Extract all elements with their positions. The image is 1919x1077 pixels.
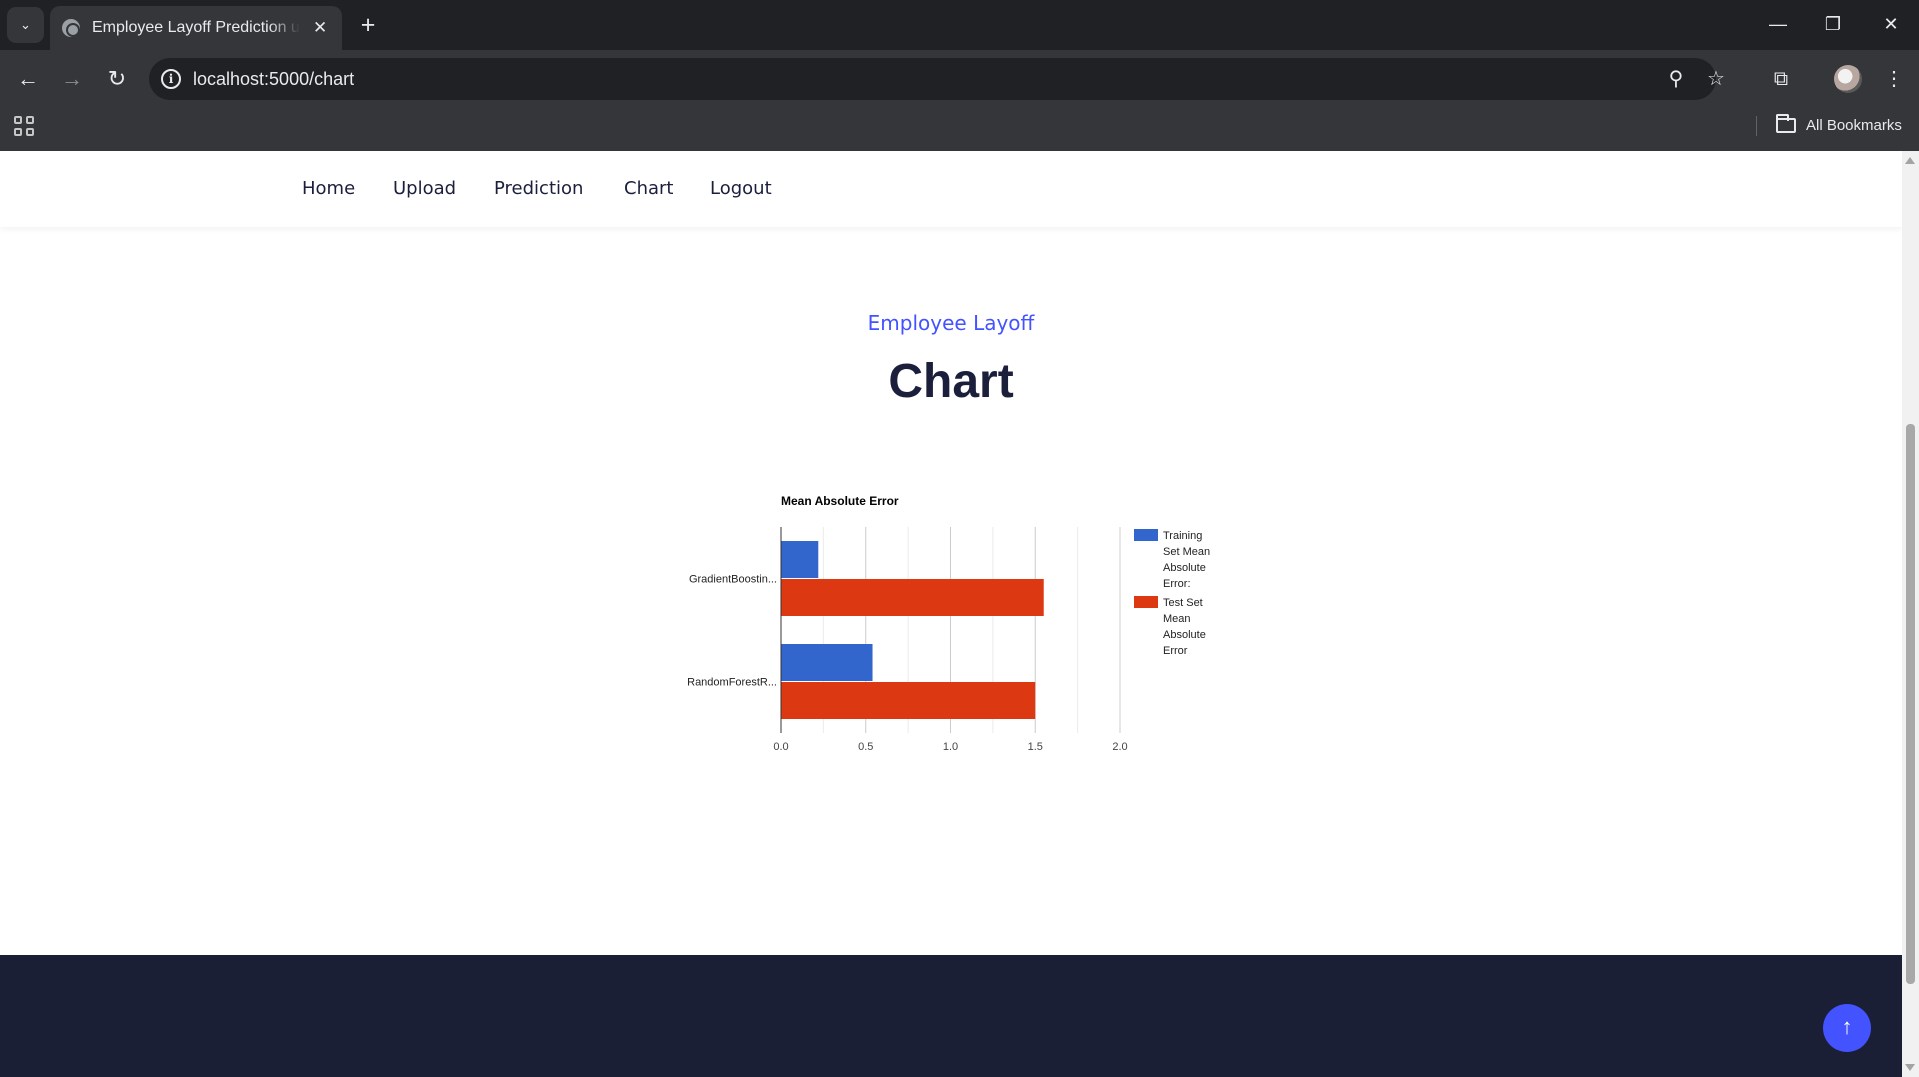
legend-label-0: Training Set Mean Absolute Error: [1163,530,1210,590]
category-label: RandomForestR... [687,677,777,689]
reload-icon[interactable]: ↻ [102,64,132,94]
browser-toolbar: ← → ↻ i localhost:5000/chart ⚲ ☆ ⧉ ⋮ [0,50,1919,108]
new-tab-button[interactable]: + [353,10,383,40]
nav-logout[interactable]: Logout [710,178,772,199]
bookmarks-bar [0,108,1919,151]
browser-tabstrip: ⌄ Employee Layoff Prediction using ✕ + —… [0,0,1919,50]
x-tick-label: 1.5 [1028,741,1043,753]
tab-title: Employee Layoff Prediction using [92,19,300,36]
page-title: Chart [888,355,1014,408]
bar-training-0 [781,541,819,578]
bookmarks-divider [1756,116,1757,136]
address-bar[interactable]: i localhost:5000/chart ⚲ ☆ [149,58,1725,100]
mae-bar-chart: Mean Absolute Error GradientBoostin... Ran… [640,487,1240,807]
nav-home[interactable]: Home [302,178,355,199]
more-menu-icon[interactable]: ⋮ [1879,64,1909,94]
x-tick-label: 0.0 [773,741,788,753]
restore-icon[interactable]: ❐ [1813,10,1853,38]
globe-icon [62,19,80,37]
bar-test-1 [781,682,1036,719]
nav-chart[interactable]: Chart [624,178,673,199]
close-window-icon[interactable]: ✕ [1871,10,1911,38]
category-label: GradientBoostin... [689,574,777,586]
back-arrow-icon[interactable]: ← [13,64,43,94]
page-viewport: Home Upload Prediction Chart Logout Empl… [0,151,1902,1077]
bar-training-1 [781,644,873,681]
apps-grid-icon[interactable] [14,116,34,136]
extensions-icon[interactable]: ⧉ [1766,64,1796,94]
x-tick-label: 0.5 [858,741,873,753]
chart-title: Mean Absolute Error [781,494,899,508]
legend-swatch-0 [1134,529,1158,541]
back-to-top-button[interactable]: ↑ [1823,1004,1871,1052]
chart-svg: Mean Absolute Error GradientBoostin... Ran… [687,494,1210,753]
zoom-icon[interactable]: ⚲ [1661,58,1691,100]
all-bookmarks-label: All Bookmarks [1806,116,1902,134]
minimize-icon[interactable]: — [1758,10,1798,38]
page-scrollbar[interactable] [1902,151,1919,1077]
scrollbar-thumb[interactable] [1906,424,1915,984]
legend-label-1: Test Set Mean Absolute Error [1163,597,1206,657]
browser-tab-active[interactable]: Employee Layoff Prediction using ✕ [50,6,342,50]
legend-swatch-1 [1134,596,1158,608]
page-footer [0,955,1902,1077]
section-subtitle: Employee Layoff [867,311,1035,335]
close-tab-icon[interactable]: ✕ [310,18,330,38]
nav-prediction[interactable]: Prediction [494,178,583,199]
x-tick-label: 2.0 [1112,741,1127,753]
url-text[interactable]: localhost:5000/chart [193,69,354,90]
profile-avatar[interactable] [1834,65,1862,93]
x-tick-label: 1.0 [943,741,958,753]
site-info-icon[interactable]: i [161,69,181,89]
forward-arrow-icon[interactable]: → [57,64,87,94]
scroll-up-arrow[interactable] [1905,157,1915,164]
bookmark-star-icon[interactable]: ☆ [1701,58,1731,100]
nav-upload[interactable]: Upload [393,178,456,199]
tab-search-button[interactable]: ⌄ [7,7,44,43]
scroll-down-arrow[interactable] [1905,1064,1915,1071]
folder-icon [1776,113,1796,133]
site-navbar: Home Upload Prediction Chart Logout [0,151,1902,227]
all-bookmarks-button[interactable]: All Bookmarks [1776,113,1902,137]
bar-test-0 [781,579,1044,616]
